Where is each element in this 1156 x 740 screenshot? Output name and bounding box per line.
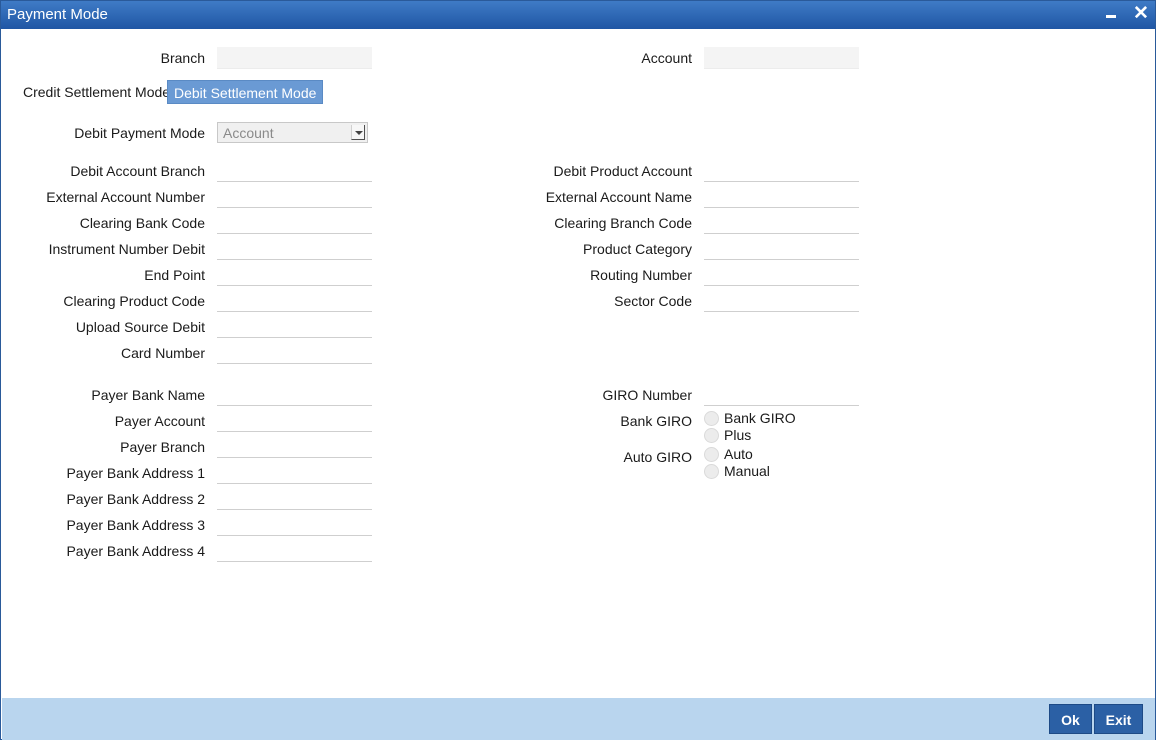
payer-bank-address-2-field[interactable] — [217, 488, 372, 510]
card-number-label: Card Number — [120, 345, 205, 361]
debit-payment-mode-label: Debit Payment Mode — [74, 125, 205, 141]
payer-bank-address-1-field[interactable] — [217, 462, 372, 484]
external-account-name-field[interactable] — [704, 186, 859, 208]
clearing-branch-code-field[interactable] — [704, 212, 859, 234]
giro-number-label: GIRO Number — [602, 387, 692, 403]
title-bar: Payment Mode ✕ — [1, 1, 1155, 29]
payer-bank-address-4-label: Payer Bank Address 4 — [66, 543, 205, 559]
bank-giro-label: Bank GIRO — [620, 413, 692, 429]
debit-product-account-label: Debit Product Account — [553, 163, 692, 179]
minimize-icon[interactable] — [1101, 5, 1121, 25]
payer-bank-address-1-label: Payer Bank Address 1 — [66, 465, 205, 481]
payer-bank-address-4-field[interactable] — [217, 540, 372, 562]
payer-bank-address-3-label: Payer Bank Address 3 — [66, 517, 205, 533]
close-icon[interactable]: ✕ — [1131, 4, 1151, 24]
plus-radio[interactable] — [704, 428, 719, 443]
account-field[interactable] — [704, 47, 859, 69]
tab-credit-settlement-mode[interactable]: Credit Settlement Mode — [17, 80, 176, 104]
external-account-name-label: External Account Name — [545, 189, 692, 205]
debit-payment-mode-value: Account — [223, 125, 274, 141]
debit-product-account-field[interactable] — [704, 160, 859, 182]
manual-radio[interactable] — [704, 464, 719, 479]
sector-code-label: Sector Code — [614, 293, 692, 309]
manual-option-label: Manual — [724, 463, 770, 479]
ok-button[interactable]: Ok — [1049, 704, 1092, 734]
payment-mode-window: Payment Mode ✕ Branch Account Credit Set… — [0, 0, 1156, 740]
upload-source-debit-field[interactable] — [217, 316, 372, 338]
product-category-field[interactable] — [704, 238, 859, 260]
sector-code-field[interactable] — [704, 290, 859, 312]
tab-debit-settlement-mode[interactable]: Debit Settlement Mode — [167, 80, 324, 104]
routing-number-label: Routing Number — [590, 267, 692, 283]
giro-number-field[interactable] — [704, 384, 859, 406]
account-label: Account — [641, 50, 692, 66]
chevron-down-icon[interactable] — [351, 125, 365, 140]
debit-payment-mode-select[interactable]: Account — [217, 122, 368, 143]
payer-bank-address-3-field[interactable] — [217, 514, 372, 536]
routing-number-field[interactable] — [704, 264, 859, 286]
upload-source-debit-label: Upload Source Debit — [75, 319, 205, 335]
exit-button[interactable]: Exit — [1094, 704, 1143, 734]
window-title: Payment Mode — [7, 6, 108, 23]
bank-giro-option-label: Bank GIRO — [724, 410, 796, 426]
payer-bank-address-2-label: Payer Bank Address 2 — [66, 491, 205, 507]
clearing-branch-code-label: Clearing Branch Code — [554, 215, 692, 231]
auto-option-label: Auto — [724, 446, 753, 462]
card-number-field[interactable] — [217, 342, 372, 364]
product-category-label: Product Category — [583, 241, 692, 257]
auto-giro-label: Auto GIRO — [623, 449, 692, 465]
auto-radio[interactable] — [704, 447, 719, 462]
bank-giro-radio[interactable] — [704, 411, 719, 426]
footer-bar — [2, 698, 1155, 740]
plus-option-label: Plus — [724, 427, 752, 443]
